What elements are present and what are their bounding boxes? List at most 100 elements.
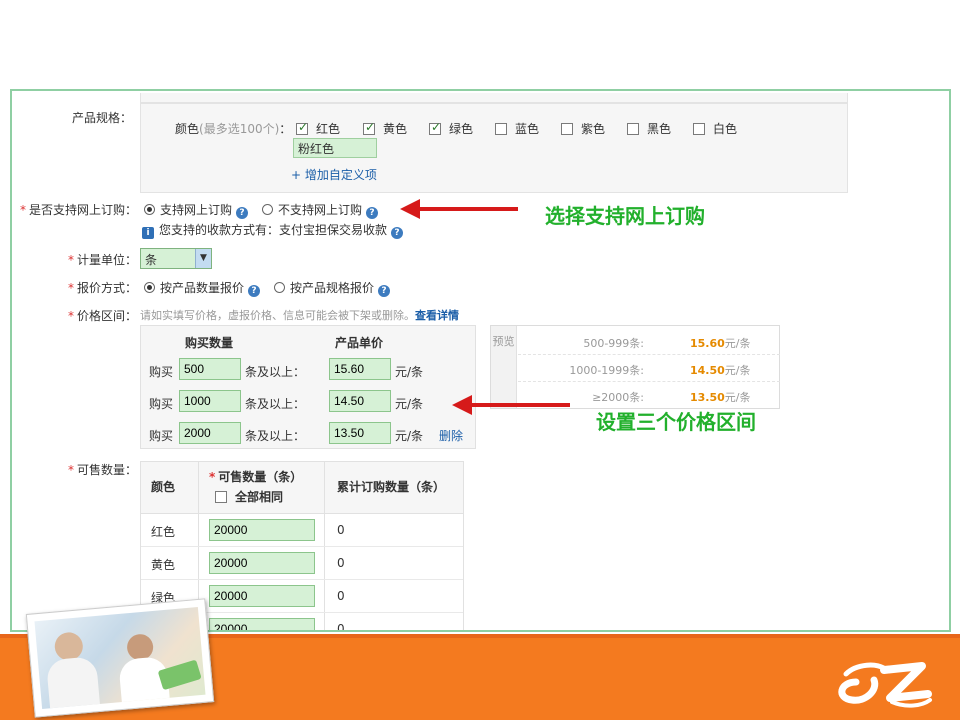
- pricing-label-text: 报价方式：: [77, 281, 138, 295]
- stock-label-text: 可售数量：: [77, 463, 138, 477]
- buy-label: 购买: [149, 365, 174, 379]
- checkbox-green[interactable]: [429, 120, 441, 135]
- stock-qty-input[interactable]: [209, 519, 315, 541]
- qty-suffix: 条及以上：: [245, 397, 306, 411]
- color-hint: (最多选100个): [199, 122, 280, 136]
- business-photo: [25, 598, 215, 718]
- preview-side-label: 预览: [491, 326, 517, 408]
- preview-price: 14.50元/条: [690, 362, 751, 378]
- buy-label: 购买: [149, 429, 174, 443]
- stock-qty-input[interactable]: [209, 585, 315, 607]
- preview-price-unit: 元/条: [724, 337, 751, 350]
- stock-ordered: 0: [337, 556, 345, 570]
- color-option-white[interactable]: 白色: [693, 120, 737, 137]
- head-price: 产品单价: [335, 336, 384, 350]
- radio-online-no[interactable]: [262, 204, 273, 215]
- price-input[interactable]: [329, 390, 391, 412]
- color-option-label: 黄色: [383, 122, 408, 136]
- payment-info: i 您支持的收款方式有：支付宝担保交易收款?: [142, 221, 404, 239]
- range-hint-text: 请如实填写价格，虚报价格、信息可能会被下架或删除。: [140, 309, 415, 322]
- unit-select[interactable]: 条 ▼: [140, 248, 212, 269]
- preview-price: 13.50元/条: [690, 389, 751, 405]
- color-label: 颜色(最多选100个)：: [175, 120, 291, 137]
- delete-link[interactable]: 删除: [439, 427, 463, 444]
- help-icon[interactable]: ?: [248, 285, 261, 297]
- payment-info-text: 您支持的收款方式有：支付宝担保交易收款: [159, 223, 388, 237]
- pricing-option-qty[interactable]: 按产品数量报价?: [144, 279, 261, 297]
- radio-pricing-qty[interactable]: [144, 282, 155, 293]
- preview-price-unit: 元/条: [724, 364, 751, 377]
- unit-label-text: 计量单位：: [77, 253, 138, 267]
- stock-ordered: 0: [337, 622, 345, 632]
- color-option-red[interactable]: 红色: [296, 120, 340, 137]
- color-option-label: 黑色: [647, 122, 672, 136]
- online-option-no[interactable]: 不支持网上订购?: [262, 201, 379, 219]
- checkbox-black[interactable]: [627, 123, 639, 135]
- color-option-yellow[interactable]: 黄色: [363, 120, 407, 137]
- color-option-black[interactable]: 黑色: [627, 120, 671, 137]
- checkbox-red[interactable]: [296, 120, 308, 135]
- stock-color: 黄色: [151, 558, 176, 572]
- qty-input[interactable]: [179, 358, 241, 380]
- chevron-down-icon[interactable]: ▼: [195, 249, 211, 268]
- price-input[interactable]: [329, 422, 391, 444]
- price-suffix: 元/条: [395, 429, 424, 443]
- required-mark: *: [68, 463, 74, 477]
- qty-input[interactable]: [179, 390, 241, 412]
- price-preview: 预览 500-999条: 15.60元/条 1000-1999条: 14.50元/条…: [490, 325, 780, 409]
- checkbox-all-same[interactable]: [215, 491, 227, 503]
- pricing-option-spec-label: 按产品规格报价: [290, 281, 375, 295]
- help-icon[interactable]: ?: [236, 207, 249, 219]
- color-option-label: 蓝色: [515, 122, 540, 136]
- required-mark: *: [209, 470, 216, 484]
- online-option-yes[interactable]: 支持网上订购?: [144, 201, 249, 219]
- stock-color: 红色: [151, 525, 176, 539]
- head-color: 颜色: [151, 480, 176, 494]
- info-icon: i: [142, 227, 154, 239]
- help-icon[interactable]: ?: [391, 227, 404, 239]
- color-option-label: 红色: [316, 122, 341, 136]
- help-icon[interactable]: ?: [366, 207, 379, 219]
- pricing-option-spec[interactable]: 按产品规格报价?: [274, 279, 391, 297]
- price-row: 购买 条及以上： 元/条 删除: [141, 420, 475, 448]
- preview-row: 1000-1999条: 14.50元/条: [518, 355, 780, 382]
- stock-ordered: 0: [337, 523, 345, 537]
- checkbox-white[interactable]: [693, 123, 705, 135]
- online-option-yes-label: 支持网上订购: [160, 203, 233, 217]
- pricing-label: * 报价方式：: [68, 279, 137, 296]
- detail-link[interactable]: 查看详情: [415, 309, 459, 322]
- color-option-purple[interactable]: 紫色: [561, 120, 605, 137]
- help-icon[interactable]: ?: [378, 285, 391, 297]
- checkbox-purple[interactable]: [561, 123, 573, 135]
- color-colon: ：: [279, 122, 292, 136]
- color-option-blue[interactable]: 蓝色: [495, 120, 539, 137]
- spec-box: 颜色(最多选100个)： 红色 黄色 绿色 蓝色 紫色 黑色 白色 + 增加自定…: [140, 103, 848, 193]
- radio-online-yes[interactable]: [144, 204, 155, 215]
- buy-label: 购买: [149, 397, 174, 411]
- stock-row: 黄色 0: [141, 547, 463, 580]
- radio-pricing-spec[interactable]: [274, 282, 285, 293]
- checkbox-yellow[interactable]: [363, 120, 375, 135]
- range-hint: 请如实填写价格，虚报价格、信息可能会被下架或删除。查看详情: [140, 307, 459, 323]
- custom-color-input[interactable]: [293, 138, 377, 158]
- color-option-green[interactable]: 绿色: [429, 120, 473, 137]
- checkbox-blue[interactable]: [495, 123, 507, 135]
- preview-price: 15.60元/条: [690, 335, 751, 351]
- alibaba-logo-icon: [838, 662, 932, 708]
- annotation-range: 设置三个价格区间: [596, 410, 756, 434]
- all-same-label: 全部相同: [235, 490, 284, 504]
- stock-row: 红色 0: [141, 514, 463, 547]
- preview-price-value: 13.50: [690, 391, 725, 404]
- unit-select-value: 条: [145, 253, 158, 267]
- arrow-online: [400, 199, 518, 219]
- qty-input[interactable]: [179, 422, 241, 444]
- all-same-option[interactable]: 全部相同: [215, 488, 283, 505]
- stock-qty-input[interactable]: [209, 618, 315, 630]
- head-qty: 购买数量: [185, 336, 234, 350]
- stock-qty-input[interactable]: [209, 552, 315, 574]
- head-stock-qty: * 可售数量（条）: [209, 468, 302, 485]
- add-custom-link[interactable]: + 增加自定义项: [291, 166, 377, 183]
- qty-suffix: 条及以上：: [245, 365, 306, 379]
- price-input[interactable]: [329, 358, 391, 380]
- stock-ordered: 0: [337, 589, 345, 603]
